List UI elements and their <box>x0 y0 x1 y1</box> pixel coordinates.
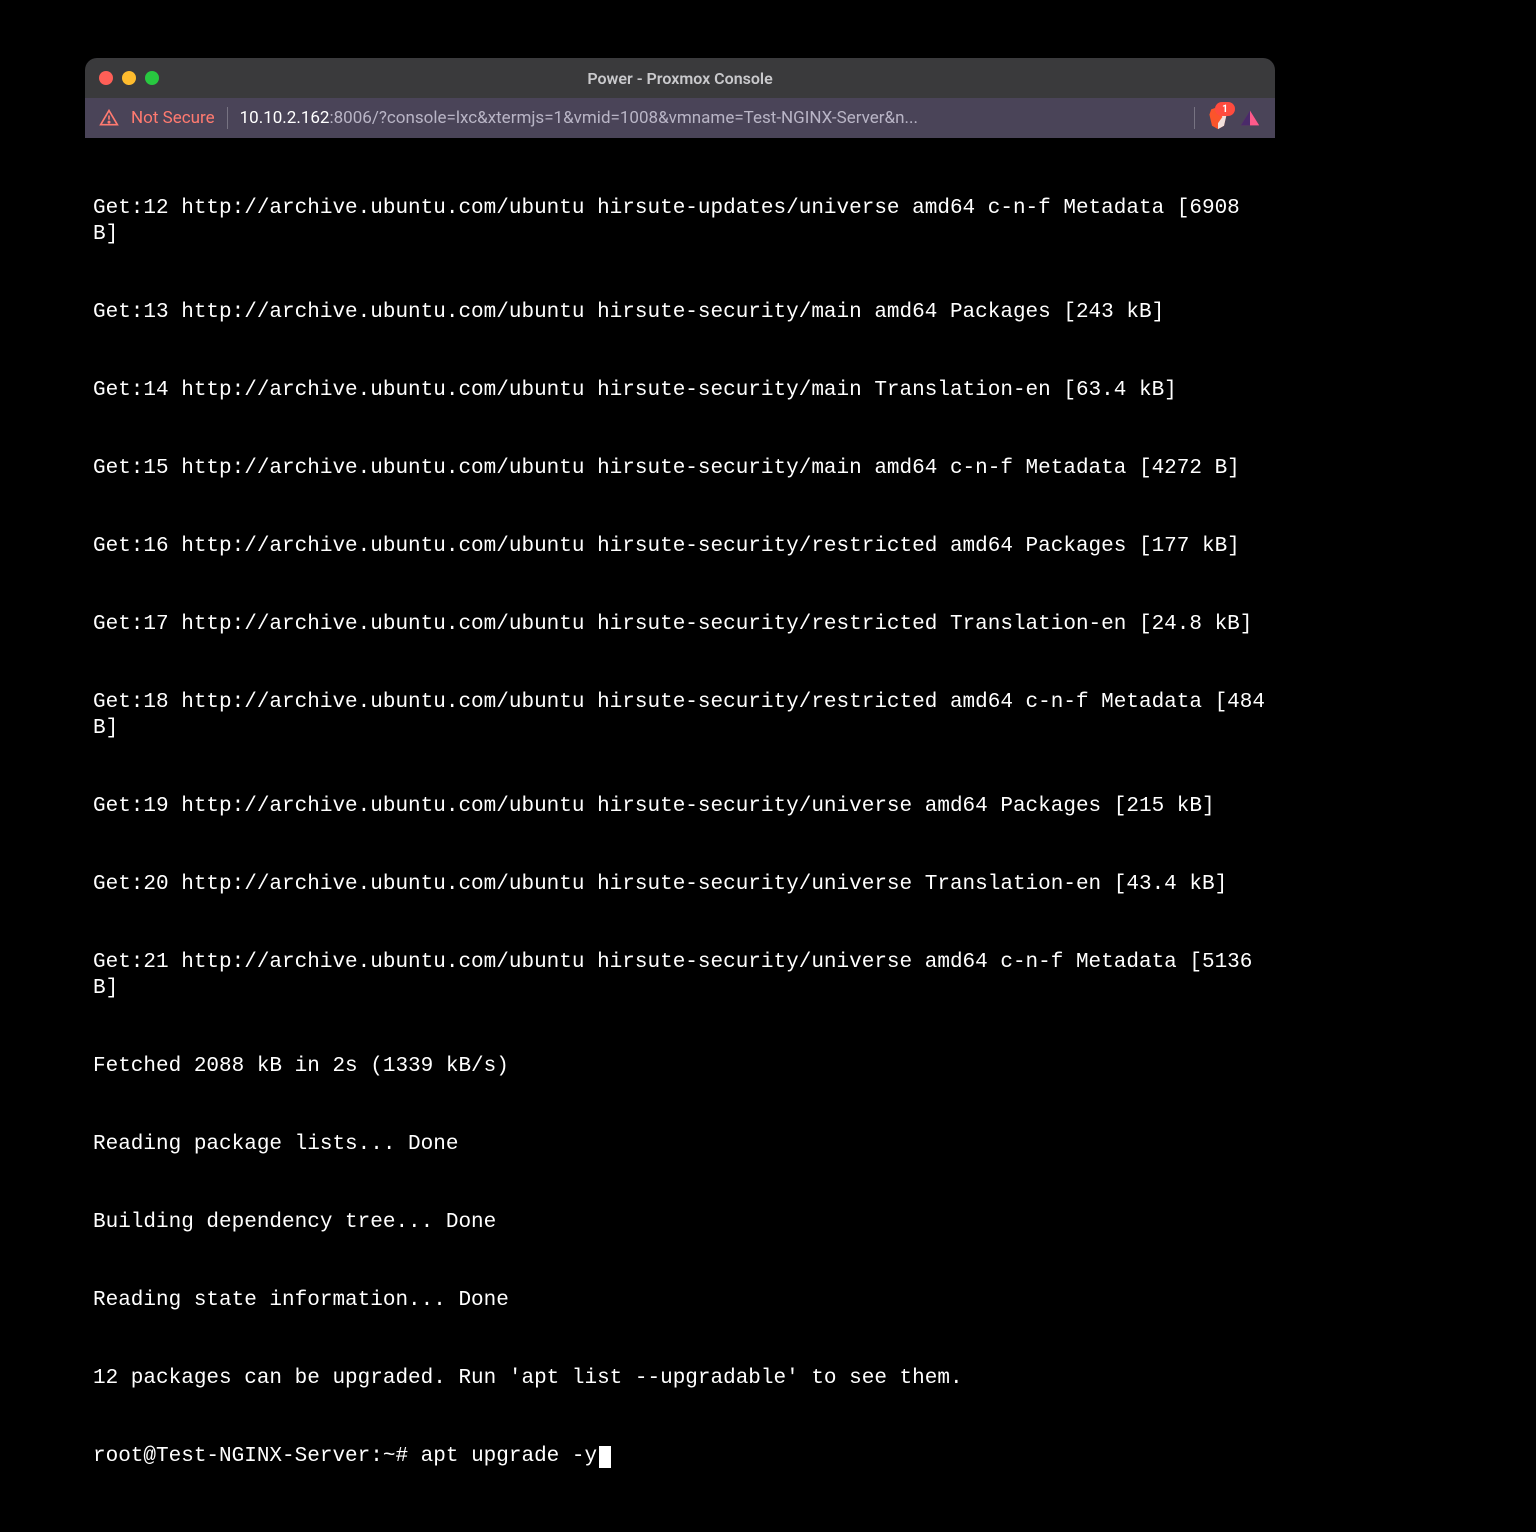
terminal-line: Get:16 http://archive.ubuntu.com/ubuntu … <box>93 534 1267 560</box>
url-host: 10.10.2.162 <box>240 108 330 128</box>
addressbar-divider <box>227 107 228 129</box>
terminal-line: Get:21 http://archive.ubuntu.com/ubuntu … <box>93 950 1267 1002</box>
terminal-prompt-line: root@Test-NGINX-Server:~# apt upgrade -y <box>93 1444 1267 1470</box>
terminal-line: Reading state information... Done <box>93 1288 1267 1314</box>
terminal-prompt: root@Test-NGINX-Server:~# <box>93 1444 421 1470</box>
brave-shield-icon[interactable]: 1 <box>1207 106 1229 130</box>
terminal-line: Get:19 http://archive.ubuntu.com/ubuntu … <box>93 794 1267 820</box>
terminal-line: Get:20 http://archive.ubuntu.com/ubuntu … <box>93 872 1267 898</box>
terminal-line: Building dependency tree... Done <box>93 1210 1267 1236</box>
terminal-line: Reading package lists... Done <box>93 1132 1267 1158</box>
browser-window: Power - Proxmox Console Not Secure 10.10… <box>85 58 1275 1532</box>
terminal-line: Get:15 http://archive.ubuntu.com/ubuntu … <box>93 456 1267 482</box>
minimize-button[interactable] <box>122 71 136 85</box>
not-secure-label[interactable]: Not Secure <box>131 108 215 128</box>
addressbar-divider-right <box>1194 107 1195 129</box>
terminal-output[interactable]: Get:12 http://archive.ubuntu.com/ubuntu … <box>85 138 1275 1532</box>
terminal-line: Get:17 http://archive.ubuntu.com/ubuntu … <box>93 612 1267 638</box>
url-display[interactable]: 10.10.2.162:8006/?console=lxc&xtermjs=1&… <box>240 108 1182 128</box>
terminal-command: apt upgrade -y <box>421 1444 597 1470</box>
extension-triangle-icon[interactable] <box>1239 107 1261 129</box>
warning-icon <box>99 108 119 128</box>
terminal-line: Get:14 http://archive.ubuntu.com/ubuntu … <box>93 378 1267 404</box>
terminal-line: Get:18 http://archive.ubuntu.com/ubuntu … <box>93 690 1267 742</box>
address-bar: Not Secure 10.10.2.162:8006/?console=lxc… <box>85 98 1275 138</box>
terminal-line: Get:12 http://archive.ubuntu.com/ubuntu … <box>93 196 1267 248</box>
terminal-line: 12 packages can be upgraded. Run 'apt li… <box>93 1366 1267 1392</box>
url-path: :8006/?console=lxc&xtermjs=1&vmid=1008&v… <box>330 108 918 128</box>
close-button[interactable] <box>99 71 113 85</box>
window-title: Power - Proxmox Console <box>85 69 1275 88</box>
terminal-line: Get:13 http://archive.ubuntu.com/ubuntu … <box>93 300 1267 326</box>
terminal-cursor <box>599 1446 611 1468</box>
maximize-button[interactable] <box>145 71 159 85</box>
shield-badge: 1 <box>1215 102 1235 116</box>
traffic-lights <box>99 71 159 85</box>
extension-icons: 1 <box>1207 106 1261 130</box>
terminal-line: Fetched 2088 kB in 2s (1339 kB/s) <box>93 1054 1267 1080</box>
window-titlebar: Power - Proxmox Console <box>85 58 1275 98</box>
